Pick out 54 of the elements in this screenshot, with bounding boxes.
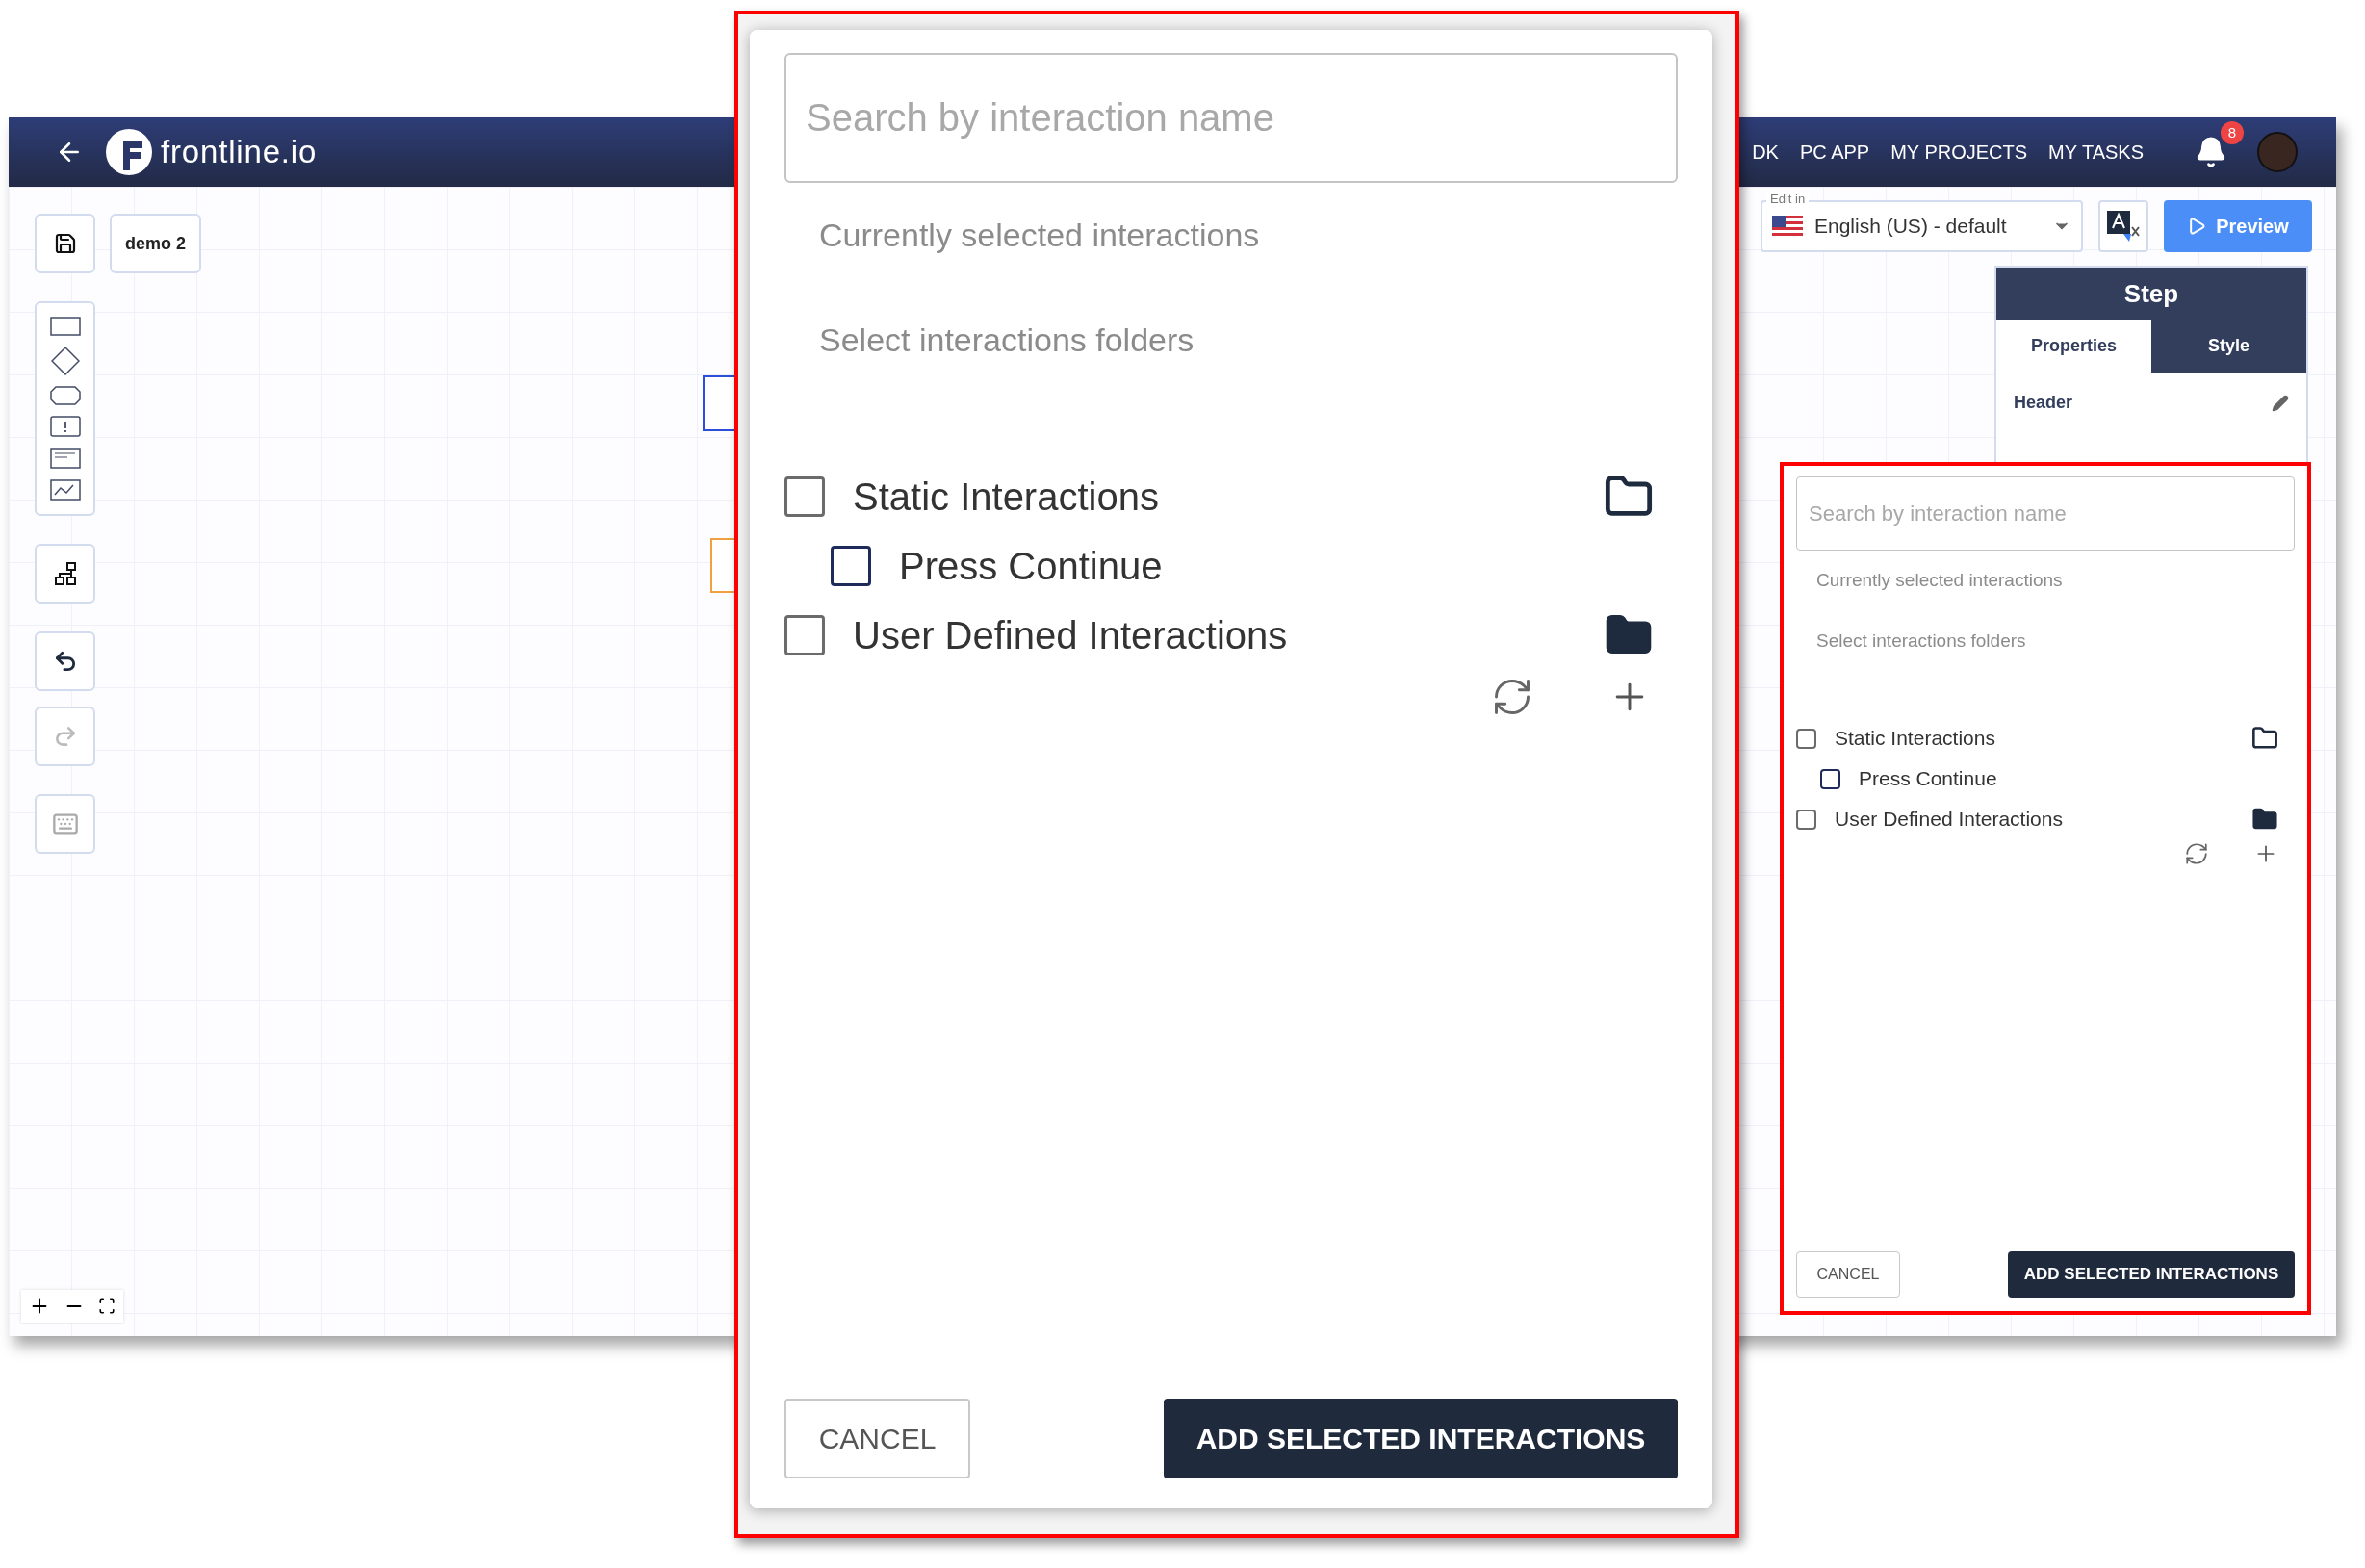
cancel-button[interactable]: CANCEL bbox=[784, 1399, 970, 1478]
search-field[interactable]: Search by interaction name bbox=[784, 53, 1678, 183]
undo-button[interactable] bbox=[35, 631, 95, 691]
checkbox[interactable] bbox=[831, 546, 871, 586]
text-box-icon[interactable] bbox=[49, 448, 81, 469]
folder-label[interactable]: User Defined Interactions bbox=[853, 606, 1288, 664]
nav-link[interactable]: MY PROJECTS bbox=[1890, 138, 2028, 167]
play-icon bbox=[2187, 217, 2207, 236]
panel-tab[interactable]: Style bbox=[2151, 320, 2306, 373]
refresh-icon[interactable] bbox=[2184, 841, 2209, 866]
folder-label[interactable]: Press Continue bbox=[899, 537, 1163, 595]
add-interactions-button[interactable]: ADD SELECTED INTERACTIONS bbox=[2008, 1251, 2295, 1298]
nav-link[interactable]: MY TASKS bbox=[2048, 138, 2144, 167]
nav-link[interactable]: DK bbox=[1752, 138, 1779, 167]
section-label: Currently selected interactions bbox=[1815, 569, 2064, 592]
alert-box-icon[interactable] bbox=[49, 416, 81, 437]
save-icon bbox=[53, 232, 77, 255]
checkbox[interactable] bbox=[1796, 809, 1816, 830]
logo-icon bbox=[105, 128, 153, 176]
save-button[interactable] bbox=[35, 214, 95, 273]
fit-screen-icon[interactable] bbox=[98, 1298, 116, 1315]
header-label: Header bbox=[2014, 392, 2073, 414]
chart-icon[interactable] bbox=[49, 479, 81, 501]
rectangle-icon[interactable] bbox=[49, 317, 81, 336]
notification-badge: 8 bbox=[2221, 121, 2244, 144]
folder-label[interactable]: Static Interactions bbox=[853, 468, 1159, 526]
checkbox[interactable] bbox=[784, 615, 825, 655]
flag-icon bbox=[1772, 216, 1803, 237]
folder-label[interactable]: User Defined Interactions bbox=[1835, 804, 2063, 835]
checkbox[interactable] bbox=[1796, 728, 1816, 749]
diamond-icon[interactable] bbox=[50, 347, 80, 375]
edit-icon[interactable] bbox=[2272, 394, 2289, 412]
panel-title: Step bbox=[1996, 268, 2306, 320]
section-label: Currently selected interactions bbox=[818, 216, 1261, 255]
translate-icon bbox=[2106, 210, 2141, 243]
nav-link[interactable]: PC APP bbox=[1799, 138, 1870, 167]
search-field[interactable]: Search by interaction name bbox=[1796, 476, 2295, 551]
folder-icon[interactable] bbox=[2251, 725, 2278, 752]
document-name[interactable]: demo 2 bbox=[110, 214, 202, 273]
hierarchy-icon bbox=[52, 561, 78, 586]
checkbox[interactable] bbox=[1820, 768, 1840, 789]
folder-label[interactable]: Static Interactions bbox=[1835, 723, 1995, 754]
add-interactions-button[interactable]: ADD SELECTED INTERACTIONS bbox=[1164, 1399, 1678, 1478]
layout-button[interactable] bbox=[35, 544, 95, 604]
cancel-button[interactable]: CANCEL bbox=[1796, 1251, 1900, 1298]
rounded-shape-icon[interactable] bbox=[49, 386, 81, 405]
language-value: English (US) - default bbox=[1814, 214, 2007, 240]
translate-button[interactable] bbox=[2098, 200, 2148, 252]
checkbox[interactable] bbox=[784, 476, 825, 517]
section-label: Select interactions folders bbox=[818, 321, 1195, 360]
bell-icon[interactable] bbox=[2195, 136, 2227, 168]
brand-name: frontline.io bbox=[161, 133, 318, 172]
section-label: Select interactions folders bbox=[1815, 630, 2027, 653]
folder-label[interactable]: Press Continue bbox=[1859, 763, 1997, 794]
